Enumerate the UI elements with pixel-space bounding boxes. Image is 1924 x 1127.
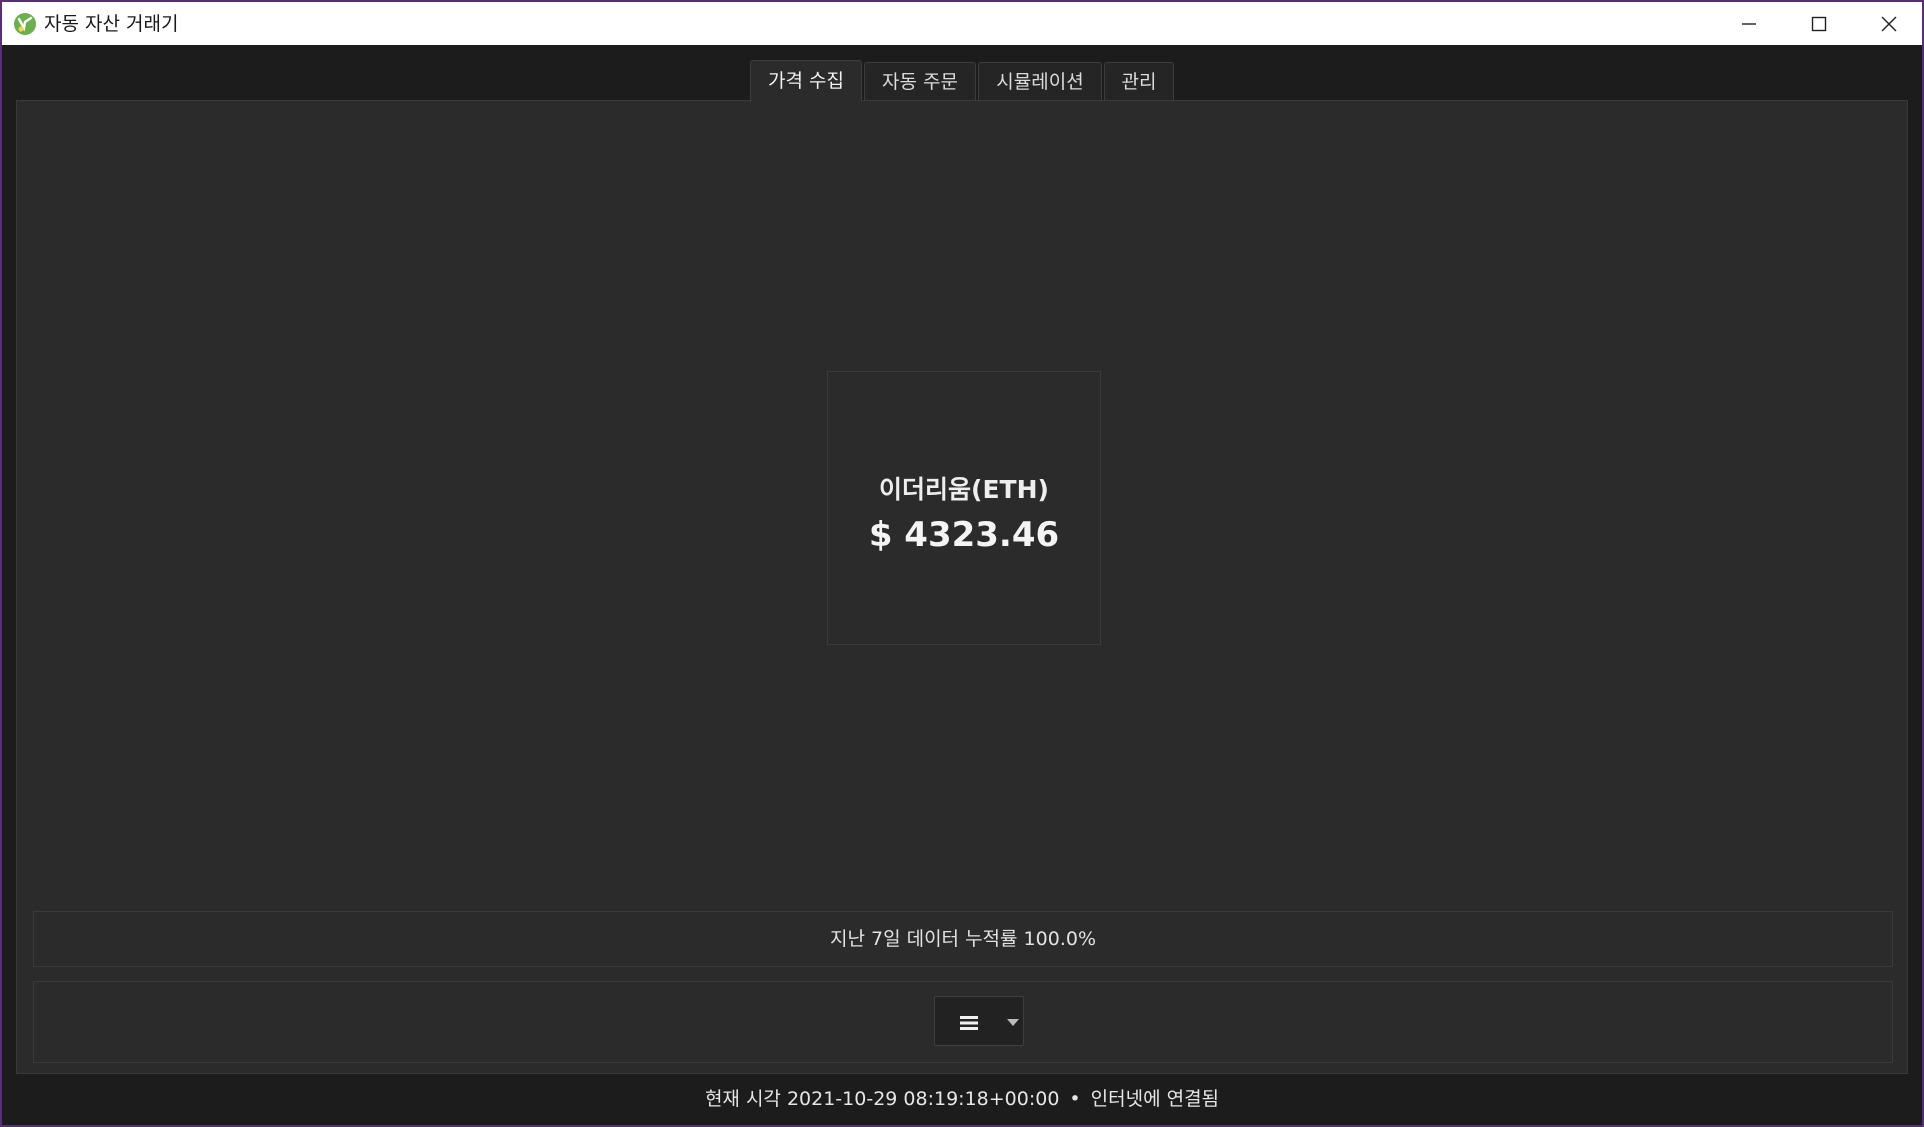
tab-management[interactable]: 관리 [1104, 62, 1174, 100]
tab-simulation[interactable]: 시뮬레이션 [978, 62, 1102, 100]
app-logo-icon [14, 13, 36, 35]
maximize-icon [1811, 16, 1827, 32]
current-time-text: 현재 시각 2021-10-29 08:19:18+00:00 [704, 1088, 1060, 1110]
app-window: 자동 자산 거래기 가격 수집 자동 주문 시뮬레이션 관리 이더리움(ETH)… [2, 2, 1922, 1125]
close-icon [1881, 16, 1897, 32]
title-bar[interactable]: 자동 자산 거래기 [2, 2, 1922, 45]
data-progress-text: 지난 7일 데이터 누적률 100.0% [829, 928, 1096, 950]
hamburger-menu-icon [960, 1016, 978, 1030]
window-title: 자동 자산 거래기 [44, 13, 179, 35]
close-button[interactable] [1854, 2, 1922, 45]
menu-dropdown-button[interactable] [934, 996, 1024, 1046]
chevron-down-icon [1007, 1019, 1019, 1026]
tab-auto-order[interactable]: 자동 주문 [864, 62, 976, 100]
main-panel: 이더리움(ETH) $ 4323.46 지난 7일 데이터 누적률 100.0% [16, 100, 1908, 1074]
status-separator: • [1069, 1088, 1081, 1110]
coin-price: $ 4323.46 [868, 515, 1060, 555]
connection-status-text: 인터넷에 연결됨 [1090, 1088, 1220, 1110]
status-bar: 현재 시각 2021-10-29 08:19:18+00:00 • 인터넷에 연결됨 [2, 1087, 1922, 1111]
data-progress-panel: 지난 7일 데이터 누적률 100.0% [33, 911, 1893, 967]
tab-price-collection[interactable]: 가격 수집 [750, 60, 862, 102]
minimize-icon [1742, 23, 1756, 25]
maximize-button[interactable] [1784, 2, 1854, 45]
minimize-button[interactable] [1714, 2, 1784, 45]
price-card: 이더리움(ETH) $ 4323.46 [827, 371, 1101, 645]
tab-bar: 가격 수집 자동 주문 시뮬레이션 관리 [2, 60, 1922, 102]
menu-panel [33, 981, 1893, 1063]
coin-name: 이더리움(ETH) [879, 475, 1049, 504]
